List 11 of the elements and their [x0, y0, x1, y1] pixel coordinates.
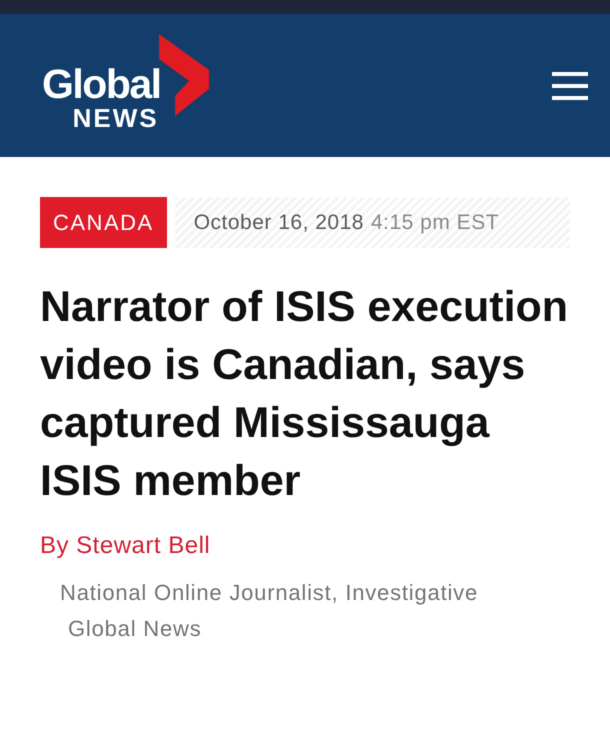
author-title: National Online Journalist, Investigative — [60, 580, 480, 606]
category-tag[interactable]: CANADA — [40, 197, 167, 248]
site-logo[interactable]: Global NEWS — [42, 34, 209, 132]
publish-time: 4:15 pm EST — [370, 210, 500, 234]
publish-date: October 16, 2018 — [194, 210, 364, 234]
article-headline: Narrator of ISIS execution video is Canadian, says captured Mississauga ISIS member — [40, 282, 570, 507]
logo-subtitle: NEWS — [72, 104, 159, 132]
menu-button[interactable] — [552, 72, 588, 100]
author-link[interactable]: By Stewart Bell — [40, 532, 570, 560]
author-organization: Global News — [68, 616, 203, 642]
logo-wordmark: Global — [42, 64, 161, 104]
